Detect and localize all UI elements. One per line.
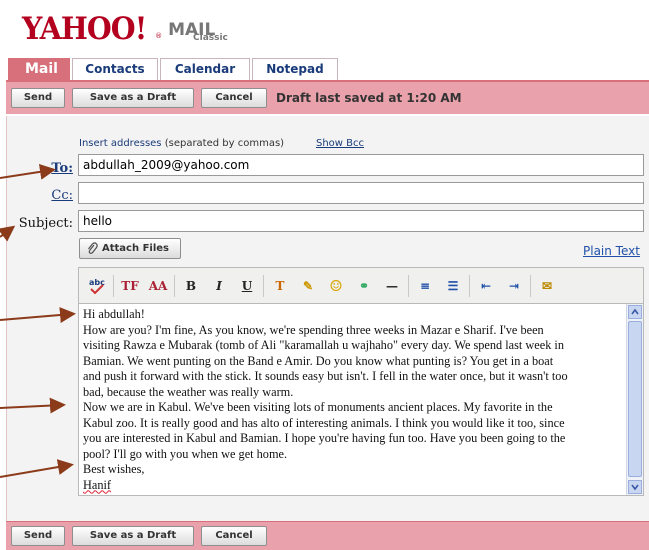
attach-files-label: Attach Files xyxy=(102,243,169,254)
toolbar-divider xyxy=(408,274,409,297)
show-bcc-link[interactable]: Show Bcc xyxy=(316,138,364,149)
tab-notepad[interactable]: Notepad xyxy=(252,58,338,80)
save-draft-button-bottom[interactable]: Save as a Draft xyxy=(72,526,194,546)
insert-addresses-note: (separated by commas) xyxy=(164,138,285,149)
toolbar-divider xyxy=(174,274,175,297)
send-button-bottom[interactable]: Send xyxy=(11,526,65,546)
body-line: Hanif xyxy=(83,477,111,492)
to-field[interactable]: abdullah_2009@yahoo.com xyxy=(78,154,644,176)
cancel-button-bottom[interactable]: Cancel xyxy=(201,526,267,546)
paperclip-icon xyxy=(87,242,98,254)
body-line: visiting Rawza e Mubarak (tomb of Ali "k… xyxy=(83,338,564,352)
to-label[interactable]: To: xyxy=(40,161,73,176)
save-draft-button[interactable]: Save as a Draft xyxy=(72,88,194,108)
toolbar-divider xyxy=(469,274,470,297)
underline-icon[interactable]: U xyxy=(235,275,259,297)
cc-label[interactable]: Cc: xyxy=(40,188,73,203)
emoticon-icon[interactable]: ☺ xyxy=(324,275,348,297)
attach-files-button[interactable]: Attach Files xyxy=(79,238,181,259)
scroll-thumb[interactable] xyxy=(628,321,642,477)
editor-scrollbar[interactable] xyxy=(626,304,643,495)
message-body-text[interactable]: Hi abdullah! How are you? I'm fine, As yo… xyxy=(83,307,625,493)
body-line: Best wishes, xyxy=(83,462,145,476)
scroll-up-icon[interactable] xyxy=(628,305,642,319)
indent-icon[interactable]: ⇥ xyxy=(502,275,526,297)
body-line: bad, because the weather was really warm… xyxy=(83,384,294,399)
draft-status: Draft last saved at 1:20 AM xyxy=(276,91,462,105)
font-face-icon[interactable]: TF xyxy=(118,275,142,297)
send-button[interactable]: Send xyxy=(11,88,65,108)
subject-field[interactable]: hello xyxy=(78,210,644,232)
bulleted-list-icon[interactable]: ☰ xyxy=(441,275,465,297)
insert-link-icon[interactable]: ⚭ xyxy=(352,275,376,297)
plain-text-link[interactable]: Plain Text xyxy=(583,244,640,258)
text-color-icon[interactable]: T xyxy=(268,275,292,297)
body-line: Bamian. We went punting on the Band e Am… xyxy=(83,353,554,368)
message-body-editor[interactable]: Hi abdullah! How are you? I'm fine, As yo… xyxy=(78,303,644,496)
body-line: pool? I'll go with you when we get home. xyxy=(83,446,288,461)
body-line: and push it forward with the stick. It s… xyxy=(83,369,568,383)
edition-label: Classic xyxy=(193,33,228,43)
body-line: Now we are in Kabul. We've been visiting… xyxy=(83,400,553,414)
numbered-list-icon[interactable]: ≡ xyxy=(413,275,437,297)
editor-toolbar: abc TF AA B I U T ✎ ☺ ⚭ — ≡ ☰ ⇤ ⇥ ✉ xyxy=(78,267,644,303)
registered-mark-icon: ® xyxy=(155,32,163,40)
tab-calendar[interactable]: Calendar xyxy=(160,58,250,80)
tab-mail[interactable]: Mail xyxy=(8,58,70,80)
cc-field[interactable] xyxy=(78,182,644,204)
cancel-button[interactable]: Cancel xyxy=(201,88,267,108)
insert-addresses-link[interactable]: Insert addresses xyxy=(79,138,162,149)
compose-toolbar-bottom: Send Save as a Draft Cancel xyxy=(6,521,649,550)
bold-icon[interactable]: B xyxy=(179,275,203,297)
brand-wordmark: YAHOO! xyxy=(22,11,147,47)
font-size-icon[interactable]: AA xyxy=(146,275,170,297)
insert-addresses-hint: Insert addresses (separated by commas) xyxy=(79,138,284,149)
body-line: How are you? I'm fine, As you know, we'r… xyxy=(83,322,544,337)
horizontal-rule-icon[interactable]: — xyxy=(380,275,404,297)
subject-label: Subject: xyxy=(18,216,73,231)
body-line: Kabul zoo. It is really good and has alt… xyxy=(83,415,565,430)
main-tabs: Mail Contacts Calendar Notepad xyxy=(8,58,340,80)
tab-contacts[interactable]: Contacts xyxy=(72,58,158,80)
toolbar-divider xyxy=(263,274,264,297)
italic-icon[interactable]: I xyxy=(207,275,231,297)
spellcheck-icon[interactable]: abc xyxy=(85,275,109,297)
body-line: you are interested in Kabul and Bamian. … xyxy=(83,431,566,445)
toolbar-divider xyxy=(530,274,531,297)
stationery-icon[interactable]: ✉ xyxy=(535,275,559,297)
scroll-down-icon[interactable] xyxy=(628,480,642,494)
yahoo-logo: YAHOO! ® MAIL xyxy=(22,10,215,47)
outdent-icon[interactable]: ⇤ xyxy=(474,275,498,297)
body-line: Hi abdullah! xyxy=(83,307,145,321)
compose-toolbar-top: Send Save as a Draft Cancel Draft last s… xyxy=(6,80,649,114)
highlight-icon[interactable]: ✎ xyxy=(296,275,320,297)
toolbar-divider xyxy=(113,274,114,297)
